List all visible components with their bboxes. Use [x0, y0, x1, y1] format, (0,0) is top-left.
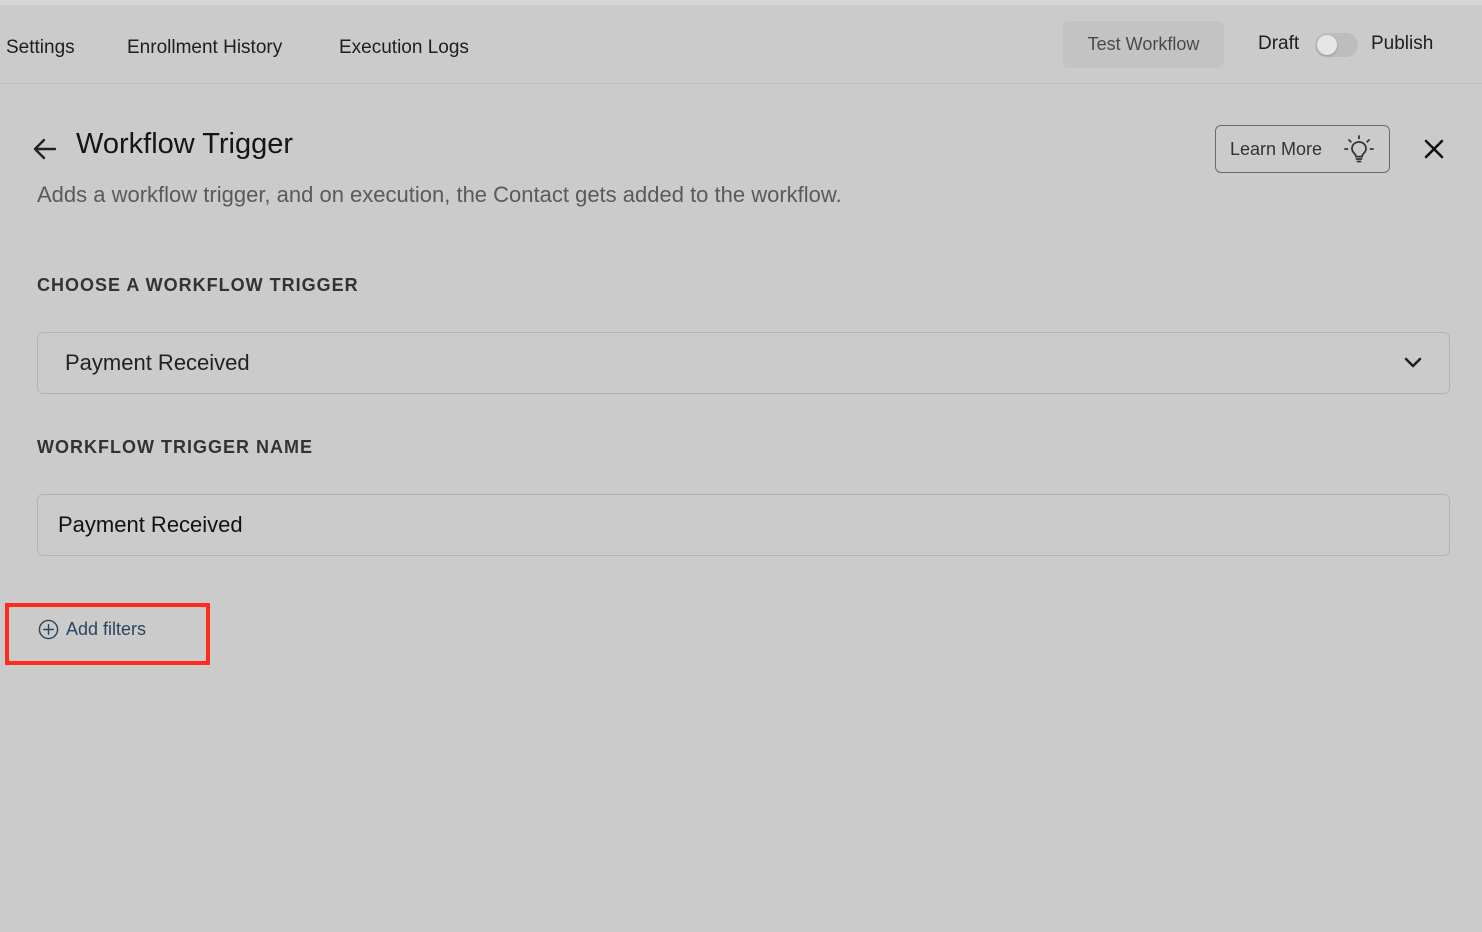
learn-more-label: Learn More — [1230, 138, 1323, 159]
chevron-down-icon — [1404, 357, 1422, 368]
trigger-name-section-label: WORKFLOW TRIGGER NAME — [37, 437, 313, 457]
tab-enrollment-history[interactable]: Enrollment History — [127, 37, 282, 59]
add-filters-label: Add filters — [66, 619, 147, 639]
publish-toggle[interactable] — [1315, 33, 1358, 57]
tab-execution-logs[interactable]: Execution Logs — [339, 37, 469, 59]
plus-circle-icon — [38, 619, 59, 640]
arrow-left-icon[interactable] — [32, 136, 58, 162]
panel-subtitle: Adds a workflow trigger, and on executio… — [37, 182, 842, 207]
top-bar: Settings Enrollment History Execution Lo… — [0, 0, 1482, 84]
tab-settings[interactable]: Settings — [6, 37, 75, 59]
page-title: Workflow Trigger — [76, 128, 294, 160]
trigger-name-input[interactable] — [37, 494, 1450, 556]
test-workflow-button[interactable]: Test Workflow — [1063, 21, 1224, 68]
close-icon[interactable] — [1422, 137, 1446, 161]
add-filters-button[interactable]: Add filters — [38, 619, 146, 640]
lightbulb-icon — [1344, 135, 1374, 163]
publish-label: Publish — [1371, 33, 1434, 54]
draft-label: Draft — [1258, 33, 1300, 54]
trigger-section-label: CHOOSE A WORKFLOW TRIGGER — [37, 275, 359, 295]
trigger-select[interactable]: Payment Received — [37, 332, 1450, 394]
trigger-select-value: Payment Received — [65, 350, 250, 375]
toggle-knob — [1317, 35, 1337, 55]
learn-more-button[interactable]: Learn More — [1215, 125, 1390, 173]
